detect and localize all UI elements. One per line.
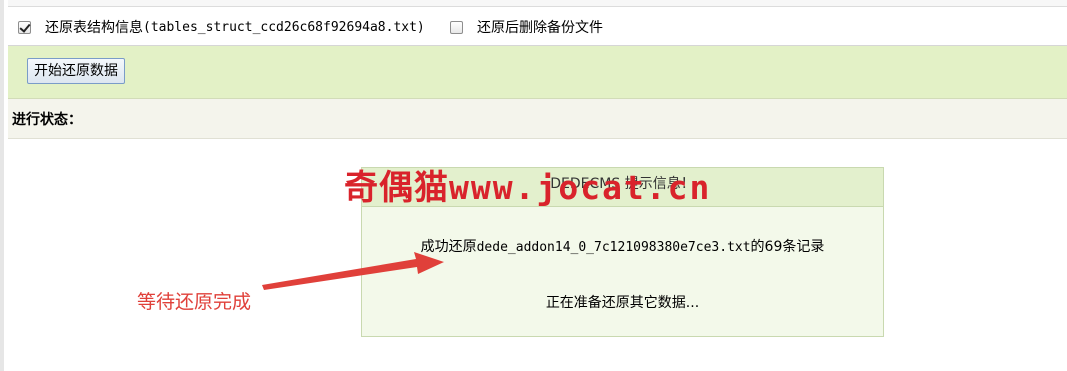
restore-struct-filename: (tables_struct_ccd26c68f92694a8.txt) bbox=[143, 19, 425, 35]
status-label: 进行状态： bbox=[12, 112, 82, 128]
page-frame: 还原表结构信息 (tables_struct_ccd26c68f92694a8.t… bbox=[0, 0, 1067, 371]
restore-options-row: 还原表结构信息 (tables_struct_ccd26c68f92694a8.t… bbox=[8, 7, 1067, 46]
success-prefix: 成功还原 bbox=[420, 239, 477, 255]
delete-backup-label: 还原后删除备份文件 bbox=[477, 20, 603, 36]
restore-struct-label: 还原表结构信息 bbox=[45, 20, 143, 36]
message-box: DEDECMS 提示信息！ 成功还原dede_addon14_0_7c12109… bbox=[361, 167, 884, 337]
message-box-header: DEDECMS 提示信息！ bbox=[362, 168, 883, 207]
delete-backup-option[interactable]: 还原后删除备份文件 bbox=[450, 17, 603, 37]
preparing-message: 正在准备还原其它数据... bbox=[545, 295, 700, 311]
success-suffix: 的69条记录 bbox=[750, 239, 825, 255]
restore-struct-option[interactable]: 还原表结构信息 (tables_struct_ccd26c68f92694a8.t… bbox=[18, 17, 425, 37]
status-row: 进行状态： bbox=[8, 99, 1067, 139]
start-restore-button[interactable]: 开始还原数据 bbox=[27, 58, 125, 84]
restore-struct-checkbox[interactable] bbox=[18, 20, 31, 34]
annotation-text: 等待还原完成 bbox=[137, 291, 252, 313]
top-border bbox=[8, 0, 1067, 7]
restore-success-message: 成功还原dede_addon14_0_7c121098380e7ce3.txt的… bbox=[362, 236, 883, 256]
action-row: 开始还原数据 bbox=[8, 46, 1067, 99]
restored-filename: dede_addon14_0_7c121098380e7ce3.txt bbox=[476, 240, 751, 255]
delete-backup-checkbox[interactable] bbox=[450, 20, 463, 34]
